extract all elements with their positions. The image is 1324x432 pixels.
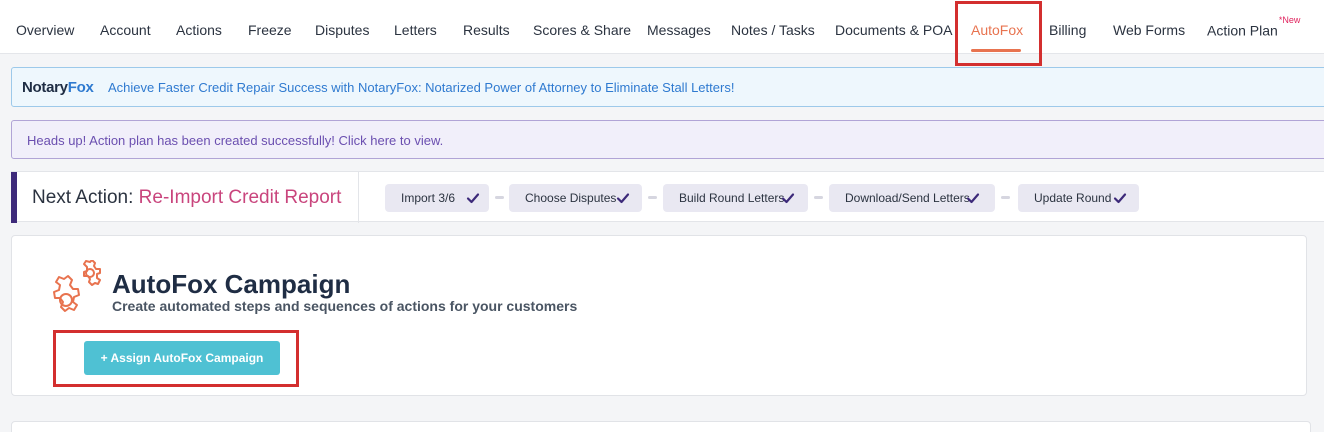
autofox-title: AutoFox Campaign [112, 269, 351, 299]
autofox-campaign-card: AutoFox Campaign Create automated steps … [11, 235, 1307, 396]
new-badge: *New [1278, 15, 1301, 25]
step-connector [814, 196, 823, 199]
notaryfox-logo: NotaryFox [22, 79, 94, 96]
notaryfox-banner-link[interactable]: Achieve Faster Credit Repair Success wit… [108, 80, 734, 95]
action-plan-alert-text[interactable]: Heads up! Action plan has been created s… [27, 133, 443, 148]
next-card [11, 421, 1311, 432]
tab-notes-tasks[interactable]: Notes / Tasks [731, 22, 815, 38]
step-connector [495, 196, 504, 199]
tab-account[interactable]: Account [100, 22, 151, 38]
check-icon [1113, 193, 1127, 204]
check-icon [466, 193, 480, 204]
tab-overview[interactable]: Overview [16, 22, 74, 38]
step-download-send-letters[interactable]: Download/Send Letters [829, 184, 995, 212]
tab-freeze[interactable]: Freeze [248, 22, 292, 38]
tab-documents-poa[interactable]: Documents & POA [835, 22, 953, 38]
tab-action-plan[interactable]: Action Plan*New [1207, 15, 1300, 39]
tab-results[interactable]: Results [463, 22, 510, 38]
notaryfox-banner[interactable]: NotaryFox Achieve Faster Credit Repair S… [11, 67, 1324, 107]
tab-web-forms[interactable]: Web Forms [1113, 22, 1185, 38]
top-tab-nav: Overview Account Actions Freeze Disputes… [0, 0, 1324, 54]
step-choose-disputes[interactable]: Choose Disputes [509, 184, 642, 212]
tab-actions[interactable]: Actions [176, 22, 222, 38]
tab-action-plan-label: Action Plan [1207, 22, 1278, 39]
action-plan-alert[interactable]: Heads up! Action plan has been created s… [11, 120, 1324, 159]
step-update-round[interactable]: Update Round [1018, 184, 1139, 212]
gears-icon [53, 260, 101, 312]
next-action-heading: Next Action: Re-Import Credit Report [32, 187, 342, 208]
autofox-subtitle: Create automated steps and sequences of … [112, 298, 578, 314]
next-action-bar: Next Action: Re-Import Credit Report Imp… [11, 171, 1324, 223]
tab-disputes[interactable]: Disputes [315, 22, 369, 38]
next-action-accent [11, 172, 17, 223]
step-connector [648, 196, 657, 199]
next-action-divider [358, 172, 359, 223]
tab-billing[interactable]: Billing [1049, 22, 1086, 38]
check-icon [781, 193, 795, 204]
tab-scores-share[interactable]: Scores & Share [533, 22, 631, 38]
assign-autofox-campaign-button[interactable]: + Assign AutoFox Campaign [84, 341, 280, 375]
check-icon [616, 193, 630, 204]
tab-messages[interactable]: Messages [647, 22, 711, 38]
step-connector [1001, 196, 1010, 199]
active-tab-underline [971, 49, 1021, 52]
check-icon [966, 193, 980, 204]
tab-letters[interactable]: Letters [394, 22, 437, 38]
step-import[interactable]: Import 3/6 [385, 184, 489, 212]
step-build-round-letters[interactable]: Build Round Letters [663, 184, 808, 212]
next-action-value[interactable]: Re-Import Credit Report [139, 187, 342, 208]
tab-autofox[interactable]: AutoFox [971, 22, 1023, 38]
